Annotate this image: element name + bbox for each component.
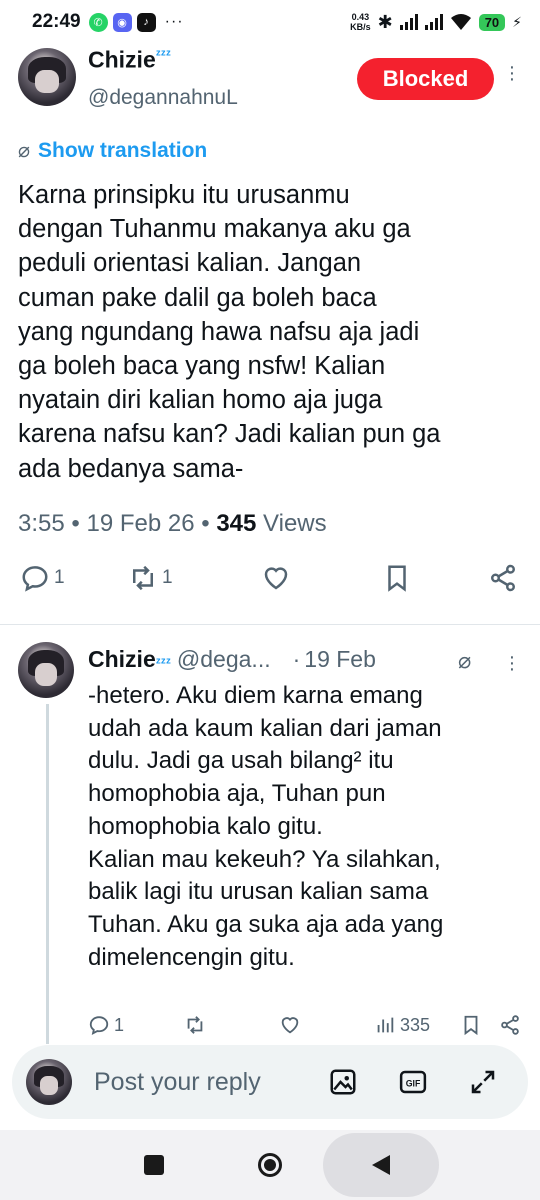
bluetooth-icon: ✱ <box>377 11 393 32</box>
whatsapp-icon: ✆ <box>88 12 108 32</box>
my-avatar <box>26 1059 72 1105</box>
image-icon <box>330 1069 356 1095</box>
reply-author-avatar[interactable] <box>18 642 74 698</box>
reply-button[interactable]: 1 <box>20 563 65 593</box>
discord-icon: ◉ <box>112 12 132 32</box>
author-handle[interactable]: @degannahnuL <box>88 86 238 110</box>
back-icon <box>372 1155 390 1175</box>
reply-icon <box>22 566 48 592</box>
author-avatar[interactable] <box>18 48 76 106</box>
gif-icon: GIF <box>399 1070 427 1094</box>
views-icon <box>377 1017 394 1033</box>
share-icon <box>491 564 515 592</box>
recents-icon <box>144 1155 164 1175</box>
repost-icon <box>133 565 153 591</box>
reply-translate-icon[interactable]: ⌀ <box>458 648 471 674</box>
reply-handle: @dega... <box>176 646 271 672</box>
status-time: 22:49 <box>32 11 81 32</box>
reply-bookmark-button[interactable] <box>460 1014 482 1036</box>
status-bar: 22:49 ✆ ◉ ♪ ··· 0.43 KB/s ✱ 70 ⚡ <box>0 0 540 44</box>
reply-icon <box>89 1016 109 1035</box>
repost-icon <box>187 1016 203 1034</box>
reply-input-placeholder[interactable]: Post your reply <box>94 1068 261 1097</box>
network-speed: 0.43 KB/s <box>350 12 371 32</box>
expand-icon <box>471 1070 495 1094</box>
reply-share-button[interactable] <box>499 1014 521 1036</box>
heart-icon <box>264 567 288 590</box>
gif-button[interactable]: GIF <box>396 1065 430 1099</box>
bookmark-icon <box>388 565 406 592</box>
tiktok-icon: ♪ <box>136 12 156 32</box>
like-button[interactable] <box>261 563 291 593</box>
reply-reply-button[interactable]: 1 <box>88 1014 124 1036</box>
heart-icon <box>281 1017 299 1034</box>
author-name[interactable]: Chizieᶻᶻᶻ <box>88 46 171 74</box>
tweet-meta: 3:55 • 19 Feb 26 • 345 Views <box>18 510 327 537</box>
expand-button[interactable] <box>466 1065 500 1099</box>
reply-composer[interactable]: Post your reply GIF <box>12 1045 528 1119</box>
signal-icon-2 <box>424 14 443 30</box>
reply-repost-button[interactable] <box>184 1014 206 1036</box>
reply-author-badge: ᶻᶻᶻ <box>155 654 171 670</box>
wifi-icon <box>450 14 471 30</box>
share-button[interactable] <box>488 563 518 593</box>
tweet-actions: 1 1 <box>0 563 540 607</box>
reply-like-button[interactable] <box>279 1014 301 1036</box>
blocked-button[interactable]: Blocked <box>357 58 494 100</box>
translate-icon: ⌀ <box>18 140 31 162</box>
reply-more-options-icon[interactable]: · · · <box>506 647 518 679</box>
more-notifications-icon: ··· <box>164 13 184 30</box>
author-badge: ᶻᶻᶻ <box>155 46 171 62</box>
views-count: 345 <box>216 510 257 537</box>
reply-views-button[interactable]: 335 <box>374 1014 430 1036</box>
battery-indicator: 70 <box>478 13 506 31</box>
reply-actions: 1 335 <box>0 1014 540 1044</box>
back-button[interactable] <box>361 1135 401 1195</box>
charging-icon: ⚡ <box>512 13 522 30</box>
more-options-icon[interactable]: · · · <box>506 57 518 89</box>
home-button[interactable] <box>250 1135 290 1195</box>
divider <box>0 624 540 625</box>
bookmark-icon <box>464 1015 478 1036</box>
share-icon <box>501 1015 519 1035</box>
bookmark-button[interactable] <box>382 563 412 593</box>
reply-author-name: Chizie <box>88 646 156 672</box>
repost-button[interactable]: 1 <box>128 563 173 593</box>
reply-date: 19 Feb <box>304 646 376 672</box>
system-nav-bar <box>0 1130 540 1200</box>
svg-text:GIF: GIF <box>406 1078 421 1088</box>
reply-header[interactable]: Chizie ᶻᶻᶻ @dega... · 19 Feb <box>88 646 376 673</box>
image-button[interactable] <box>326 1065 360 1099</box>
signal-icon <box>399 14 418 30</box>
thread-line <box>46 704 49 1044</box>
recents-button[interactable] <box>134 1135 174 1195</box>
show-translation-link[interactable]: ⌀ Show translation <box>18 138 207 163</box>
home-icon <box>258 1153 282 1177</box>
reply-text: -hetero. Aku diem karna emang udah ada k… <box>88 682 444 971</box>
tweet-text: Karna prinsipku itu urusanmu dengan Tuha… <box>18 181 441 483</box>
